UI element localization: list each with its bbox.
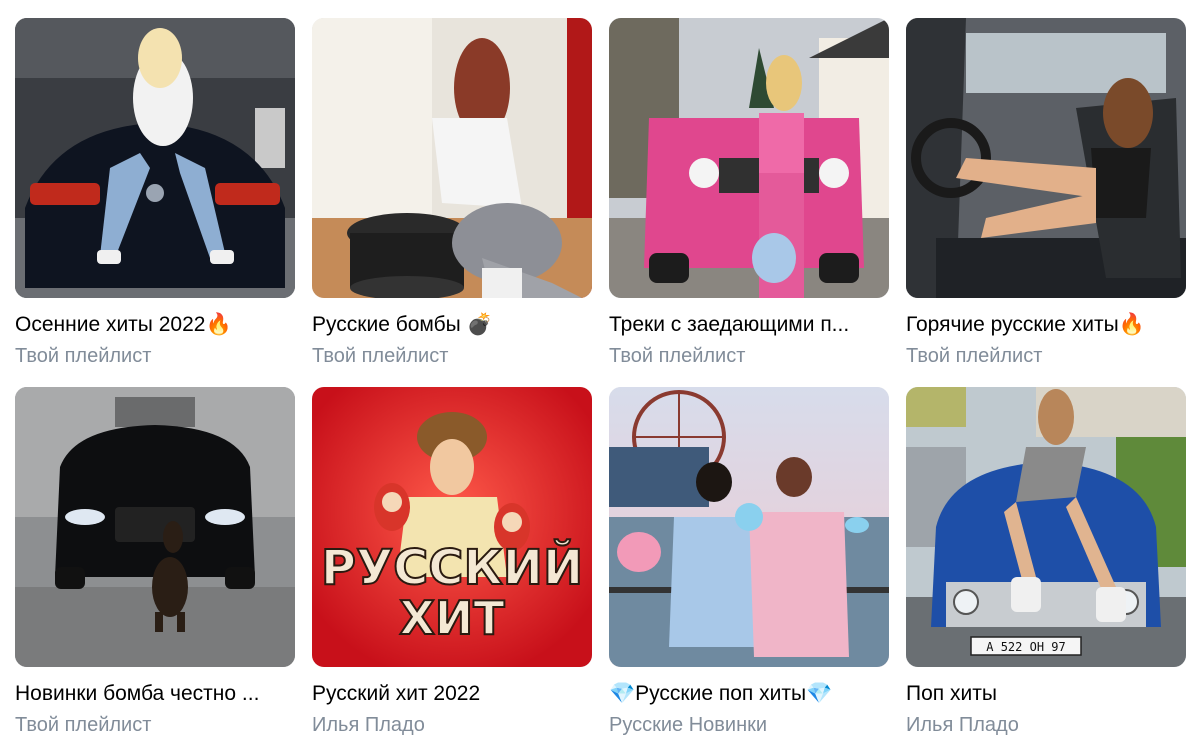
cover-image-girl-speaker bbox=[312, 18, 592, 298]
playlist-title[interactable]: Горячие русские хиты🔥 bbox=[906, 312, 1186, 338]
playlist-title[interactable]: Осенние хиты 2022🔥 bbox=[15, 312, 295, 338]
playlist-card[interactable]: Треки с заедающими п... Твой плейлист bbox=[609, 18, 889, 368]
playlist-card[interactable]: А 522 ОН 97 Поп хиты Илья Пладо bbox=[906, 387, 1186, 737]
playlist-title[interactable]: Треки с заедающими п... bbox=[609, 312, 889, 338]
playlist-title[interactable]: Русские бомбы 💣 bbox=[312, 312, 592, 338]
playlist-cover[interactable] bbox=[906, 18, 1186, 298]
playlist-card[interactable]: Горячие русские хиты🔥 Твой плейлист bbox=[906, 18, 1186, 368]
playlist-owner[interactable]: Русские Новинки bbox=[609, 713, 889, 737]
playlist-cover[interactable] bbox=[312, 18, 592, 298]
playlist-cover[interactable]: РУССКИЙ ХИТ bbox=[312, 387, 592, 667]
playlist-owner[interactable]: Илья Пладо bbox=[906, 713, 1186, 737]
playlist-title[interactable]: Русский хит 2022 bbox=[312, 681, 592, 707]
playlist-cover[interactable] bbox=[609, 387, 889, 667]
playlist-cover[interactable]: А 522 ОН 97 bbox=[906, 387, 1186, 667]
playlist-title[interactable]: Поп хиты bbox=[906, 681, 1186, 707]
playlist-card[interactable]: РУССКИЙ ХИТ Русский хит 2022 Илья Пладо bbox=[312, 387, 592, 737]
playlist-card[interactable]: Новинки бомба честно ... Твой плейлист bbox=[15, 387, 295, 737]
cover-text-line2: ХИТ bbox=[399, 591, 505, 645]
cover-image-suv-dog bbox=[15, 387, 295, 667]
playlist-owner[interactable]: Твой плейлист bbox=[15, 713, 295, 737]
cover-text-line1: РУССКИЙ bbox=[321, 539, 583, 596]
playlist-title[interactable]: 💎Русские поп хиты💎 bbox=[609, 681, 889, 707]
license-plate-text: А 522 ОН 97 bbox=[986, 640, 1065, 654]
playlist-cover[interactable] bbox=[609, 18, 889, 298]
cover-image-russkiy-hit: РУССКИЙ ХИТ bbox=[312, 387, 592, 667]
cover-image-pier-girls bbox=[609, 387, 889, 667]
playlist-owner[interactable]: Твой плейлист bbox=[15, 344, 295, 368]
playlist-owner[interactable]: Твой плейлист bbox=[312, 344, 592, 368]
cover-image-pink-jeep bbox=[609, 18, 889, 298]
playlist-owner[interactable]: Илья Пладо bbox=[312, 713, 592, 737]
cover-image-garage-car bbox=[15, 18, 295, 298]
playlist-cover[interactable] bbox=[15, 18, 295, 298]
playlist-title[interactable]: Новинки бомба честно ... bbox=[15, 681, 295, 707]
playlist-owner[interactable]: Твой плейлист bbox=[609, 344, 889, 368]
playlist-grid: Осенние хиты 2022🔥 Твой плейлист Русские… bbox=[0, 0, 1200, 752]
playlist-card[interactable]: Осенние хиты 2022🔥 Твой плейлист bbox=[15, 18, 295, 368]
cover-image-blue-lada: А 522 ОН 97 bbox=[906, 387, 1186, 667]
playlist-owner[interactable]: Твой плейлист bbox=[906, 344, 1186, 368]
playlist-card[interactable]: 💎Русские поп хиты💎 Русские Новинки bbox=[609, 387, 889, 737]
cover-image-car-interior bbox=[906, 18, 1186, 298]
playlist-cover[interactable] bbox=[15, 387, 295, 667]
playlist-card[interactable]: Русские бомбы 💣 Твой плейлист bbox=[312, 18, 592, 368]
